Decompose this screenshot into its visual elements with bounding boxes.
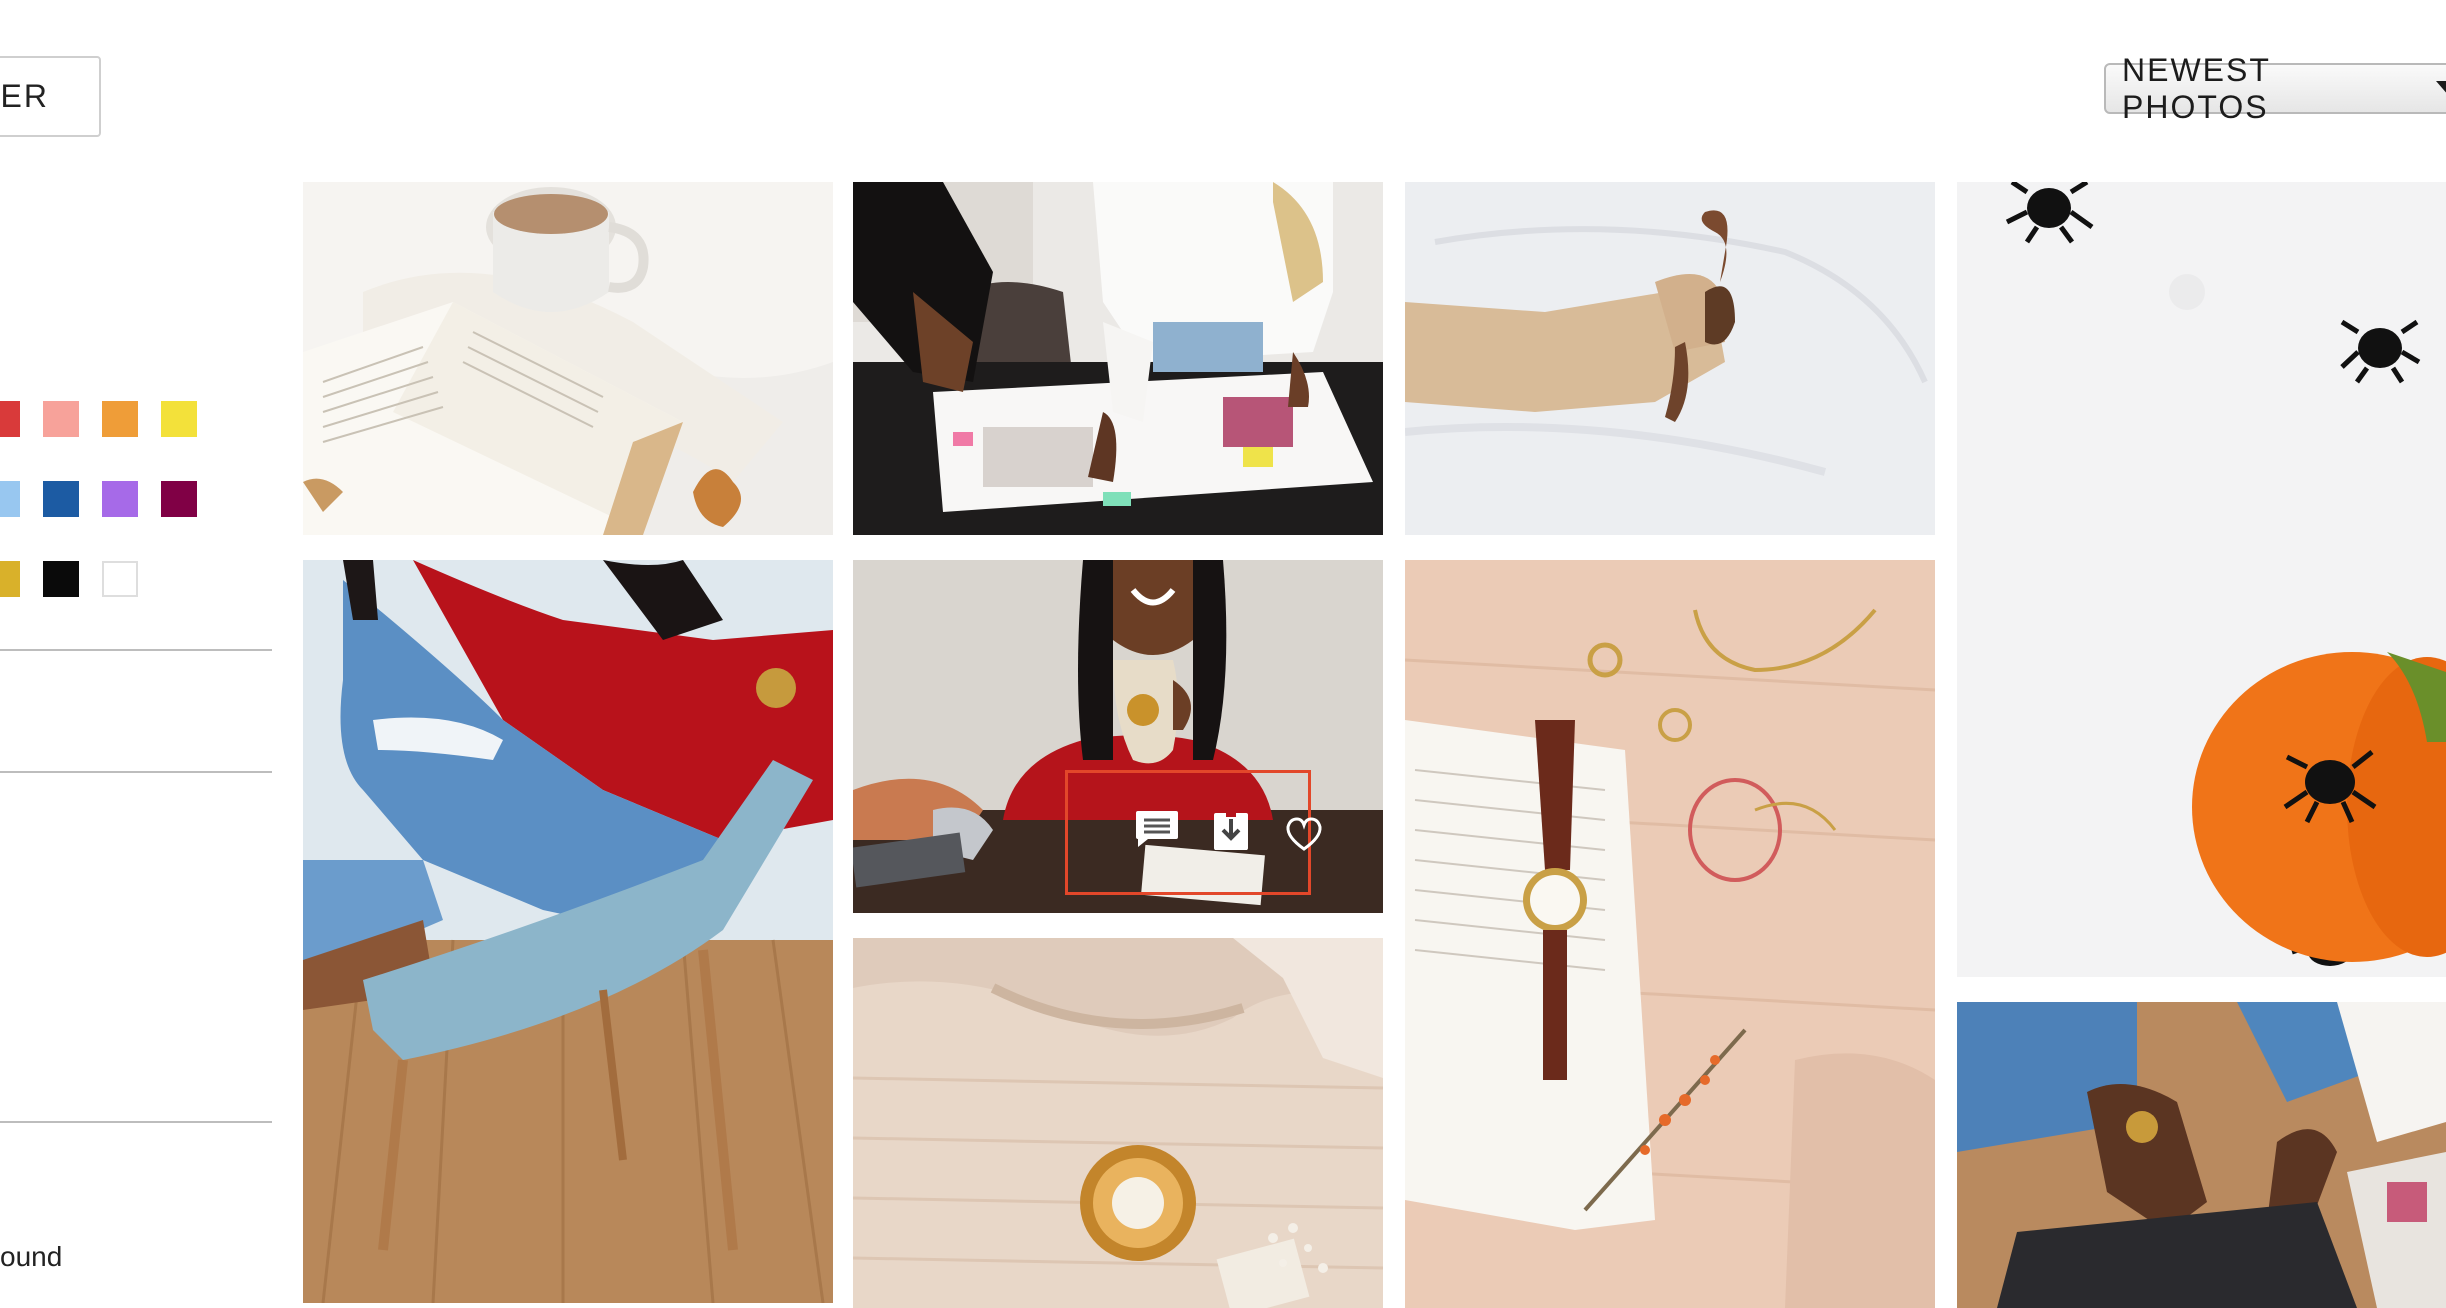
hover-actions-overlay	[1065, 770, 1322, 895]
color-swatch-purple[interactable]	[102, 481, 138, 517]
woman-lying-bed-photo[interactable]	[1405, 182, 1935, 535]
sidebar-divider	[0, 1121, 272, 1123]
sort-select-label: NEWEST PHOTOS	[2122, 51, 2271, 125]
color-swatch-yellow[interactable]	[161, 401, 197, 437]
sort-select[interactable]: NEWEST PHOTOS	[2104, 52, 2446, 125]
moodboard-hands-photo[interactable]	[853, 182, 1383, 535]
spiders-pumpkin-photo[interactable]	[1957, 182, 2446, 977]
heart-icon[interactable]	[1285, 817, 1323, 856]
color-swatch-plum[interactable]	[161, 481, 197, 517]
color-swatch-orange[interactable]	[102, 401, 138, 437]
download-icon[interactable]	[1213, 811, 1249, 856]
filter-button[interactable]: ER	[0, 56, 101, 137]
color-swatch-black[interactable]	[43, 561, 79, 597]
color-swatch-navy[interactable]	[43, 481, 79, 517]
sidebar-divider	[0, 771, 272, 773]
sweater-candle-photo[interactable]	[853, 938, 1383, 1308]
laptop-hands-photo[interactable]	[1957, 1002, 2446, 1308]
sidebar-divider	[0, 649, 272, 651]
color-swatch-light-blue[interactable]	[0, 481, 20, 517]
color-swatch-white[interactable]	[102, 561, 138, 597]
woman-chair-jeans-photo[interactable]	[303, 560, 833, 1303]
color-swatch-red[interactable]	[0, 401, 20, 437]
filter-button-label: ER	[0, 78, 49, 114]
watch-jewelry-book-photo[interactable]	[1405, 560, 1935, 1308]
coffee-book-photo[interactable]	[303, 182, 833, 535]
chevron-down-icon	[2436, 81, 2446, 96]
sidebar-filter-label[interactable]: ound	[0, 1241, 62, 1273]
color-swatch-pink[interactable]	[43, 401, 79, 437]
comment-icon[interactable]	[1134, 809, 1180, 854]
color-swatch-gold[interactable]	[0, 561, 20, 597]
